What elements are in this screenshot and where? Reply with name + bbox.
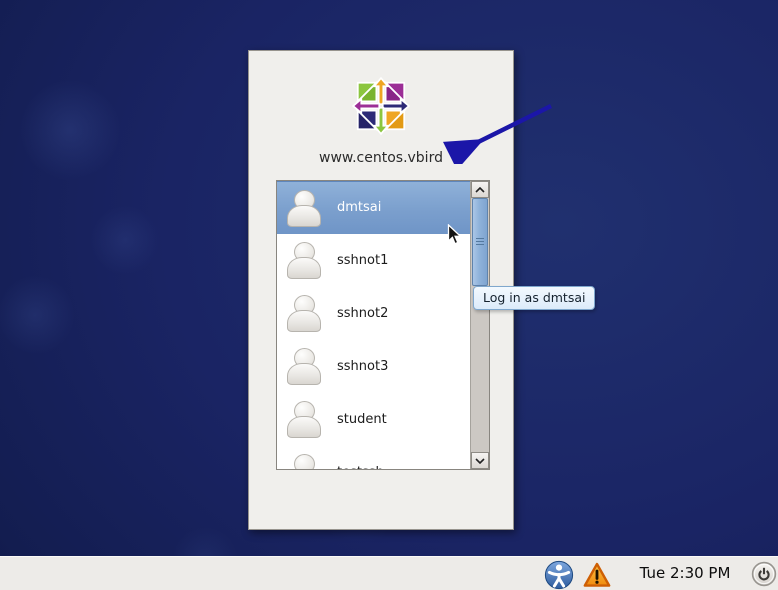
user-avatar-icon — [285, 241, 323, 279]
login-screen: www.centos.vbird dmtsai sshnot1 sshnot2 — [0, 0, 778, 590]
chevron-down-icon — [475, 458, 485, 464]
user-row-sshnot3[interactable]: sshnot3 — [277, 340, 470, 393]
scroll-up-button[interactable] — [471, 181, 489, 198]
hostname-label: www.centos.vbird — [249, 150, 513, 166]
clock-label: Tue 2:30 PM — [630, 557, 740, 590]
accessibility-icon[interactable] — [544, 560, 574, 590]
username-label: testssh — [337, 446, 384, 469]
username-label: student — [337, 393, 387, 446]
power-button[interactable] — [751, 561, 777, 587]
centos-logo-icon — [352, 77, 410, 135]
user-avatar-icon — [285, 294, 323, 332]
username-label: dmtsai — [337, 182, 381, 234]
user-avatar-icon — [285, 347, 323, 385]
username-label: sshnot3 — [337, 340, 388, 393]
user-avatar-icon — [285, 400, 323, 438]
user-avatar-icon — [285, 189, 323, 227]
user-row-clipped[interactable]: testssh — [277, 446, 470, 469]
user-rows: dmtsai sshnot1 sshnot2 sshnot3 student — [277, 181, 470, 469]
taskbar: Tue 2:30 PM — [0, 556, 778, 590]
user-list-scrollbar[interactable] — [470, 181, 489, 469]
scrollbar-grip — [476, 241, 484, 242]
scrollbar-thumb[interactable] — [472, 198, 488, 286]
chevron-up-icon — [475, 187, 485, 193]
warning-icon[interactable] — [583, 561, 611, 589]
login-tooltip: Log in as dmtsai — [473, 286, 595, 310]
scroll-down-button[interactable] — [471, 452, 489, 469]
username-label: sshnot2 — [337, 287, 388, 340]
mouse-cursor — [447, 224, 462, 245]
user-row-sshnot1[interactable]: sshnot1 — [277, 234, 470, 287]
user-avatar-icon — [285, 453, 323, 469]
user-row-student[interactable]: student — [277, 393, 470, 446]
user-row-sshnot2[interactable]: sshnot2 — [277, 287, 470, 340]
user-row-dmtsai[interactable]: dmtsai — [277, 181, 470, 234]
username-label: sshnot1 — [337, 234, 388, 287]
